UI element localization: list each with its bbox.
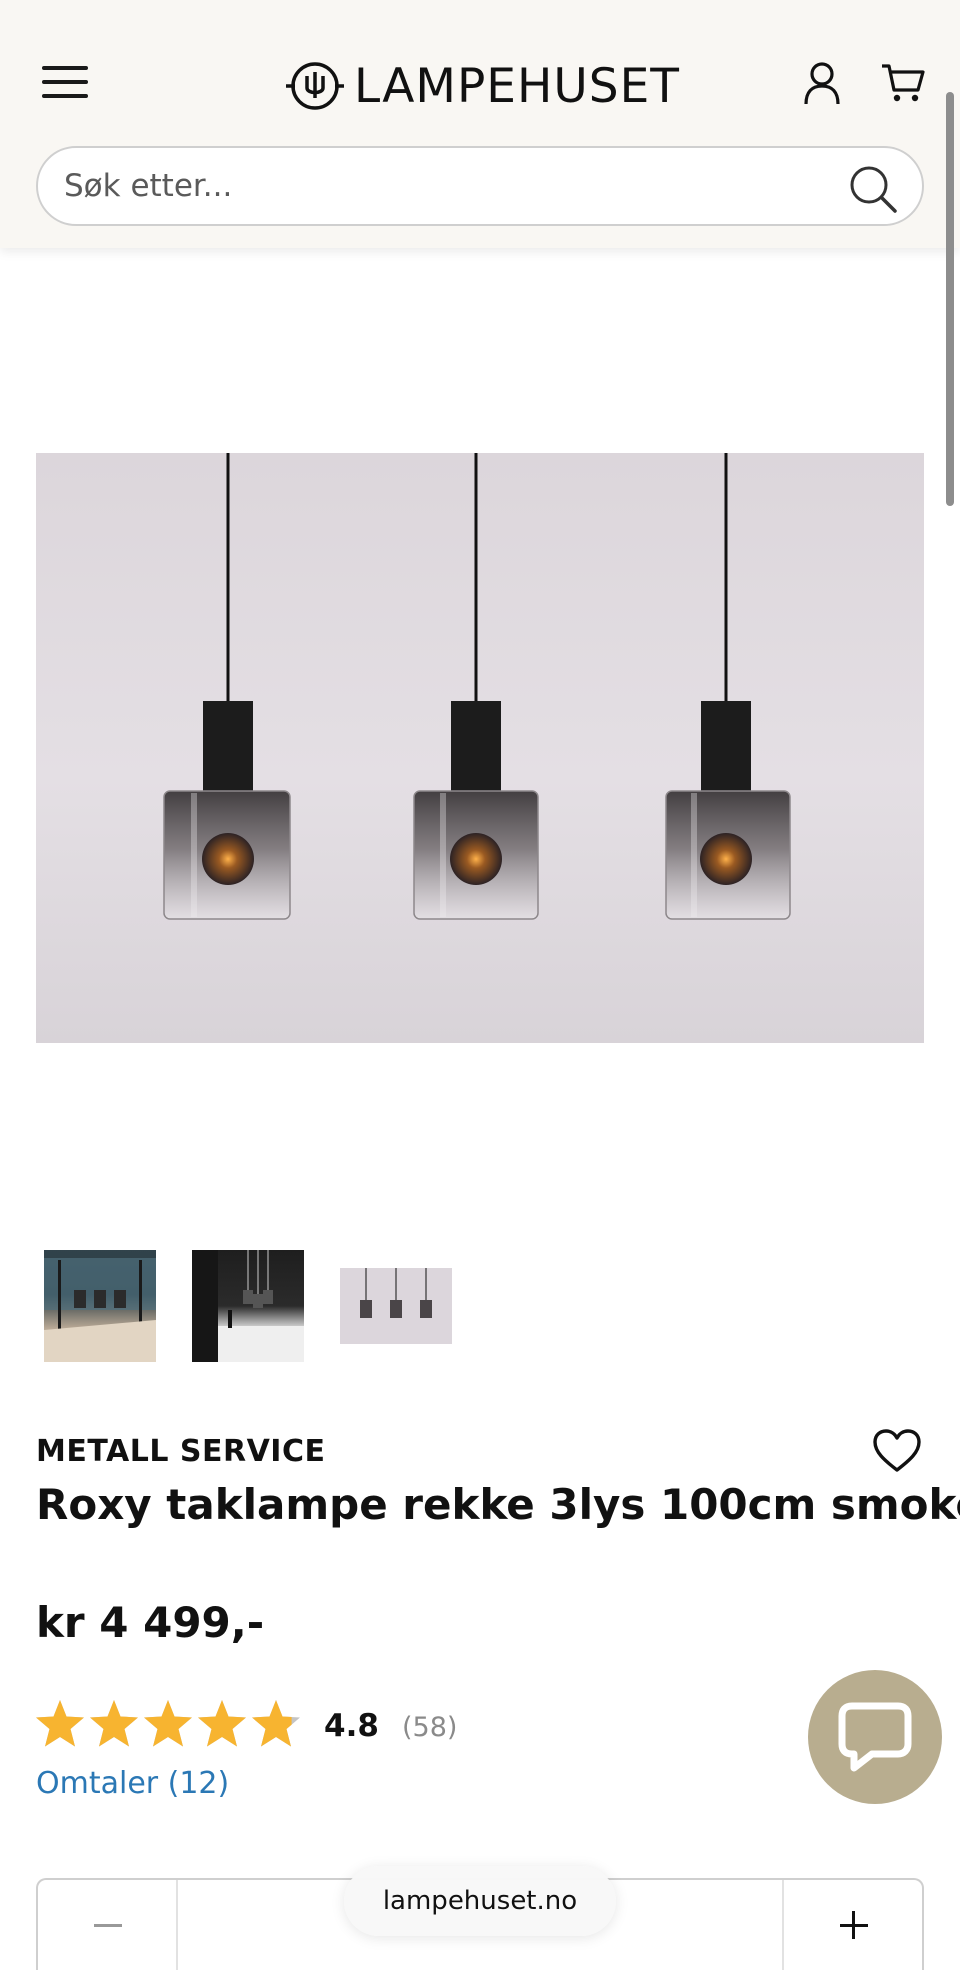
quantity-increase-button[interactable] (782, 1880, 922, 1970)
star-icon (144, 1700, 192, 1747)
browser-url: lampehuset.no (382, 1886, 578, 1916)
logo[interactable]: LAMPEHUSET (286, 56, 680, 116)
rating-value: 4.8 (324, 1708, 379, 1744)
lamp-1 (163, 453, 291, 920)
search-bar (36, 146, 924, 226)
product-main-image[interactable] (36, 453, 924, 1043)
thumbnail-product[interactable] (340, 1268, 452, 1344)
thumbnail-dining-room[interactable] (44, 1250, 156, 1362)
minus-icon (94, 1924, 122, 1927)
rating-count: (58) (402, 1712, 458, 1743)
site-header: LAMPEHUSET (0, 0, 960, 248)
rating-stars[interactable] (34, 1698, 302, 1750)
product-price: kr 4 499,- (36, 1598, 265, 1647)
pendant-lamps-image (163, 453, 791, 920)
logo-icon (286, 62, 344, 110)
lamp-3 (665, 453, 791, 920)
logo-text: LAMPEHUSET (354, 58, 680, 114)
cart-icon[interactable] (880, 60, 926, 106)
page-scrollbar[interactable] (946, 92, 954, 506)
star-icon (198, 1700, 246, 1747)
thumbnail-kitchen[interactable] (192, 1250, 304, 1362)
star-icon (90, 1700, 138, 1747)
chat-bubble-icon (838, 1702, 912, 1772)
lamp-2 (413, 453, 539, 920)
product-title: Roxy taklampe rekke 3lys 100cm smoke (36, 1480, 960, 1529)
search-icon[interactable] (848, 164, 898, 214)
product-thumb-image (360, 1268, 432, 1318)
reviews-link[interactable]: Omtaler (12) (36, 1766, 229, 1801)
star-icon (36, 1700, 84, 1747)
product-brand[interactable]: METALL SERVICE (36, 1434, 325, 1469)
search-input[interactable] (64, 162, 844, 210)
account-icon[interactable] (800, 60, 844, 106)
wishlist-heart-icon[interactable] (872, 1428, 922, 1474)
quantity-decrease-button[interactable] (38, 1880, 178, 1970)
dining-room-image (44, 1258, 156, 1362)
browser-url-pill[interactable]: lampehuset.no (344, 1866, 616, 1936)
thumbnail-strip (44, 1250, 452, 1362)
menu-icon[interactable] (42, 64, 90, 100)
chat-button[interactable] (808, 1670, 942, 1804)
star-icon (252, 1700, 300, 1747)
kitchen-image (192, 1250, 304, 1362)
